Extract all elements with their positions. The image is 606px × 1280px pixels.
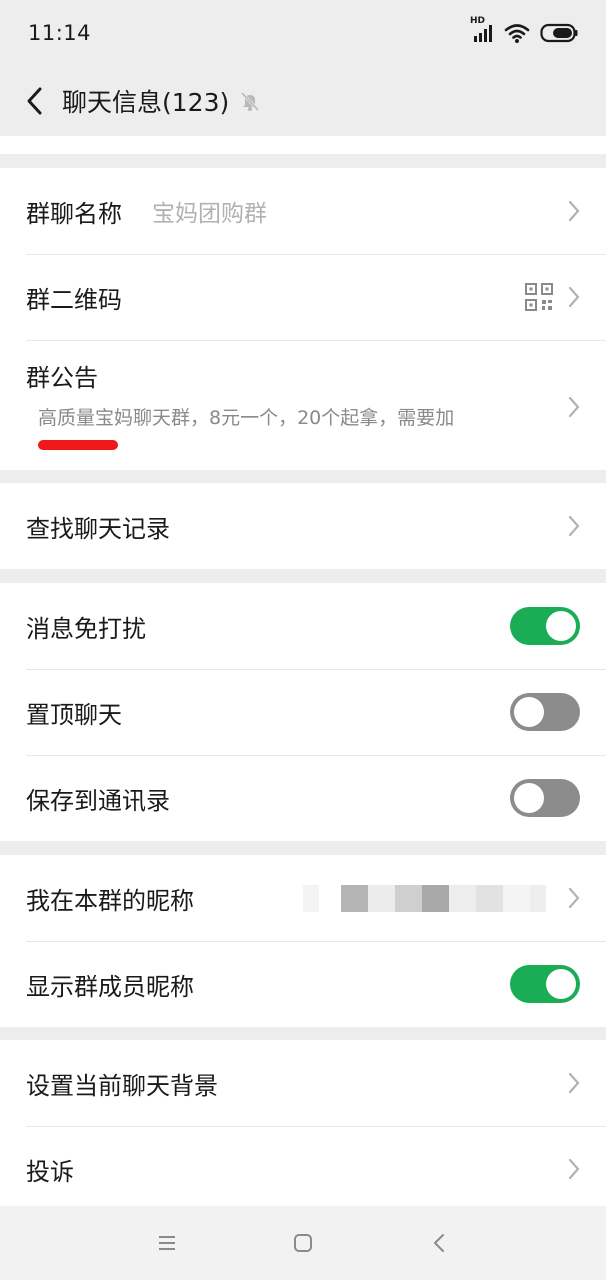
group-notice-text: 高质量宝妈聊天群，8元一个，20个起拿，需要加 bbox=[38, 407, 455, 429]
bell-off-icon bbox=[239, 90, 261, 112]
chevron-right-icon bbox=[568, 887, 580, 909]
show-nickname-label: 显示群成员昵称 bbox=[26, 972, 194, 1001]
save-contacts-row: 保存到通讯录 bbox=[0, 755, 606, 841]
status-time: 11:14 bbox=[28, 21, 92, 45]
group-name-label: 群聊名称 bbox=[26, 199, 122, 228]
report-row[interactable]: 投诉 bbox=[0, 1126, 606, 1212]
my-nickname-row[interactable]: 我在本群的昵称 bbox=[0, 855, 606, 941]
group-name-row[interactable]: 群聊名称 宝妈团购群 bbox=[0, 168, 606, 254]
menu-button[interactable] bbox=[147, 1223, 187, 1263]
toggle-knob bbox=[514, 697, 544, 727]
mute-row: 消息免打扰 bbox=[0, 583, 606, 669]
signal-icon: HD bbox=[470, 16, 494, 44]
hamburger-icon bbox=[159, 1236, 175, 1250]
system-back-button[interactable] bbox=[419, 1223, 459, 1263]
chat-background-label: 设置当前聊天背景 bbox=[26, 1071, 218, 1100]
toggles-section: 消息免打扰 置顶聊天 保存到通讯录 bbox=[0, 583, 606, 841]
search-section: 查找聊天记录 bbox=[0, 483, 606, 569]
chevron-right-icon bbox=[568, 1158, 580, 1180]
wifi-icon bbox=[504, 22, 530, 44]
save-contacts-label: 保存到通讯录 bbox=[26, 786, 170, 815]
toggle-knob bbox=[514, 783, 544, 813]
chevron-right-icon bbox=[568, 515, 580, 537]
battery-icon bbox=[540, 23, 578, 43]
toggle-knob bbox=[546, 611, 576, 641]
chevron-right-icon bbox=[568, 396, 580, 418]
top-strip bbox=[0, 136, 606, 154]
system-nav-bar bbox=[0, 1206, 606, 1280]
mute-toggle[interactable] bbox=[510, 607, 580, 645]
nav-bar: 聊天信息(123) bbox=[0, 66, 606, 136]
group-notice-row[interactable]: 群公告 高质量宝妈聊天群，8元一个，20个起拿，需要加 bbox=[0, 340, 606, 470]
hd-label: HD bbox=[470, 16, 486, 26]
pin-toggle[interactable] bbox=[510, 693, 580, 731]
chat-background-row[interactable]: 设置当前聊天背景 bbox=[0, 1040, 606, 1126]
group-qr-label: 群二维码 bbox=[26, 285, 122, 314]
search-history-label: 查找聊天记录 bbox=[26, 514, 170, 543]
save-contacts-toggle[interactable] bbox=[510, 779, 580, 817]
my-nickname-label: 我在本群的昵称 bbox=[26, 886, 194, 915]
page-title: 聊天信息(123) bbox=[62, 88, 230, 117]
group-info-section: 群聊名称 宝妈团购群 群二维码 群公告 高质量宝妈聊天群，8元一个，20个起拿，… bbox=[0, 168, 606, 470]
back-button[interactable] bbox=[18, 81, 50, 121]
group-qr-row[interactable]: 群二维码 bbox=[0, 254, 606, 340]
status-bar: 11:14 HD bbox=[0, 0, 606, 66]
group-name-value: 宝妈团购群 bbox=[152, 201, 267, 227]
blurred-nickname bbox=[303, 884, 546, 912]
chevron-right-icon bbox=[568, 286, 580, 308]
qr-code-icon bbox=[524, 282, 554, 312]
square-icon bbox=[294, 1234, 312, 1252]
report-label: 投诉 bbox=[26, 1157, 74, 1186]
chevron-right-icon bbox=[568, 200, 580, 222]
pin-label: 置顶聊天 bbox=[26, 700, 122, 729]
group-notice-label: 群公告 bbox=[26, 364, 98, 392]
chevron-left-icon bbox=[27, 87, 42, 115]
search-history-row[interactable]: 查找聊天记录 bbox=[0, 483, 606, 569]
show-nickname-row: 显示群成员昵称 bbox=[0, 941, 606, 1027]
show-nickname-toggle[interactable] bbox=[510, 965, 580, 1003]
chevron-right-icon bbox=[568, 1072, 580, 1094]
toggle-knob bbox=[546, 969, 576, 999]
misc-section: 设置当前聊天背景 投诉 bbox=[0, 1040, 606, 1212]
nickname-section: 我在本群的昵称 显示群成员昵称 bbox=[0, 855, 606, 1027]
home-button[interactable] bbox=[283, 1223, 323, 1263]
chevron-left-icon bbox=[434, 1234, 444, 1252]
redaction-mark bbox=[38, 440, 118, 450]
pin-row: 置顶聊天 bbox=[0, 669, 606, 755]
status-icons: HD bbox=[470, 16, 578, 44]
mute-label: 消息免打扰 bbox=[26, 614, 146, 643]
